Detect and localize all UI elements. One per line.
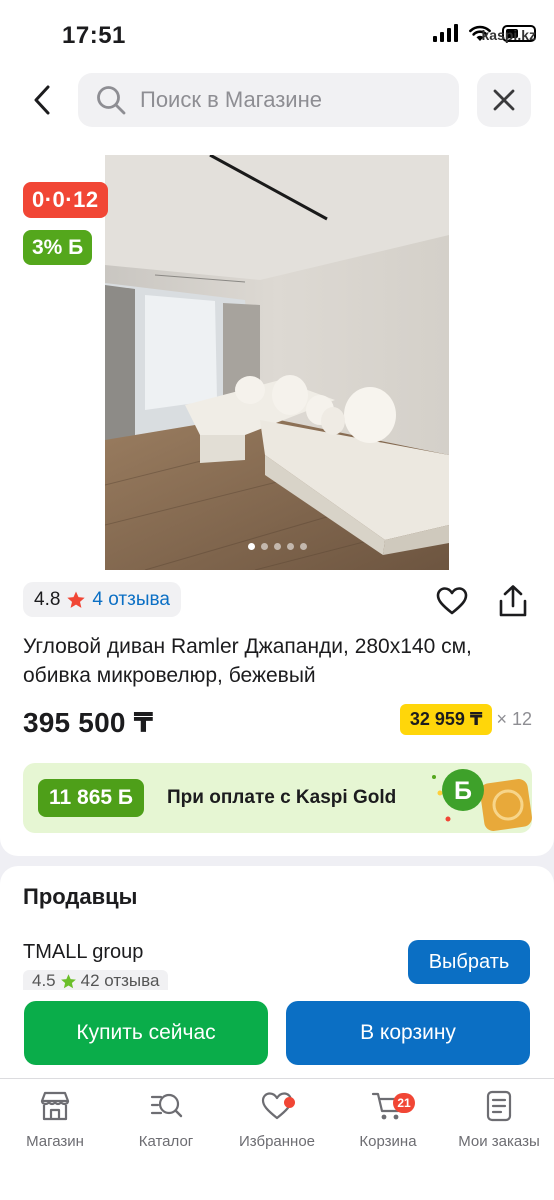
- monthly-term: × 12: [496, 709, 532, 729]
- tab-bar: Магазин Каталог Избранное 21 Корзина Мои…: [0, 1078, 554, 1200]
- gold-bonus-text: При оплате с Kaspi Gold: [167, 787, 397, 808]
- pager-dot[interactable]: [299, 543, 307, 550]
- pager-dot[interactable]: [260, 543, 268, 550]
- signal-icon: [433, 24, 458, 42]
- rating-value: 4.8: [34, 588, 61, 610]
- tab-label: Избранное: [238, 1133, 316, 1150]
- bonus-badge: 3% Б: [23, 230, 93, 265]
- seller-reviews: 42 отзыва: [80, 971, 160, 990]
- tab-store[interactable]: Магазин: [0, 1089, 110, 1150]
- close-button[interactable]: [477, 73, 531, 127]
- tab-label: Мои заказы: [458, 1133, 540, 1150]
- close-icon: [493, 89, 515, 111]
- image-pager[interactable]: [105, 543, 449, 550]
- rating-pill[interactable]: 4.8 4 отзыва: [23, 582, 181, 617]
- installment-badge: 0·0·12: [23, 182, 108, 218]
- choose-seller-button[interactable]: Выбрать: [408, 940, 530, 984]
- back-button[interactable]: [26, 82, 58, 118]
- header: [0, 70, 554, 134]
- search-input[interactable]: [140, 87, 440, 113]
- star-icon: [60, 973, 76, 988]
- notification-dot: [284, 1097, 295, 1108]
- tab-orders[interactable]: Мои заказы: [444, 1089, 554, 1150]
- heart-icon[interactable]: [436, 586, 468, 616]
- catalog-search-icon: [150, 1093, 183, 1118]
- orders-icon: [486, 1090, 512, 1122]
- tab-label: Магазин: [26, 1133, 84, 1150]
- product-price: 395 500 ₸: [23, 707, 154, 738]
- search-box[interactable]: [78, 73, 459, 127]
- pager-dot[interactable]: [273, 543, 281, 550]
- sellers-section: Продавцы TMALL group 4.5 42 отзыва Выбра…: [0, 866, 554, 1006]
- status-time: 17:51: [62, 22, 126, 49]
- pager-dot[interactable]: [247, 543, 255, 550]
- sellers-title: Продавцы: [23, 884, 138, 909]
- product-title: Угловой диван Ramler Джапанди, 280x140 с…: [23, 635, 472, 687]
- chevron-left-icon: [34, 85, 50, 115]
- tab-catalog[interactable]: Каталог: [111, 1089, 221, 1150]
- reviews-link[interactable]: 4 отзыва: [92, 589, 170, 611]
- monthly-price: 32 959 ₸: [399, 704, 493, 735]
- product-photo: [105, 155, 449, 570]
- status-bar: 17:51 kaspi.kz: [0, 0, 554, 70]
- bonus-coin-icon: Б: [432, 769, 532, 831]
- cart-count-badge: 21: [393, 1093, 415, 1113]
- action-bar: Купить сейчас В корзину: [0, 990, 554, 1078]
- product-image[interactable]: [105, 155, 449, 570]
- svg-text:Б: Б: [454, 777, 472, 805]
- pager-dot[interactable]: [286, 543, 294, 550]
- seller-name[interactable]: TMALL group: [23, 941, 143, 964]
- search-icon: [97, 86, 126, 115]
- carrier-label: kaspi.kz: [481, 27, 536, 43]
- tab-favorites[interactable]: Избранное: [222, 1089, 332, 1150]
- add-to-cart-button[interactable]: В корзину: [286, 1001, 530, 1065]
- product-card: 0·0·12 3% Б 4.8 4 отзыва Угловой диван R…: [0, 134, 554, 856]
- store-icon: [40, 1091, 70, 1121]
- seller-rating-value: 4.5: [32, 971, 56, 990]
- seller-rating: 4.5 42 отзыва: [23, 970, 169, 992]
- tab-cart[interactable]: 21 Корзина: [333, 1089, 443, 1150]
- share-icon[interactable]: [497, 584, 529, 618]
- buy-now-button[interactable]: Купить сейчас: [24, 1001, 268, 1065]
- tab-label: Каталог: [138, 1133, 194, 1150]
- star-icon: [67, 591, 86, 608]
- gold-bonus-amount: 11 865 Б: [38, 779, 144, 817]
- monthly-payment: 32 959 ₸ × 12: [399, 704, 532, 735]
- tab-label: Корзина: [359, 1133, 417, 1150]
- kaspi-gold-banner[interactable]: 11 865 Б При оплате с Kaspi Gold Б: [23, 763, 532, 833]
